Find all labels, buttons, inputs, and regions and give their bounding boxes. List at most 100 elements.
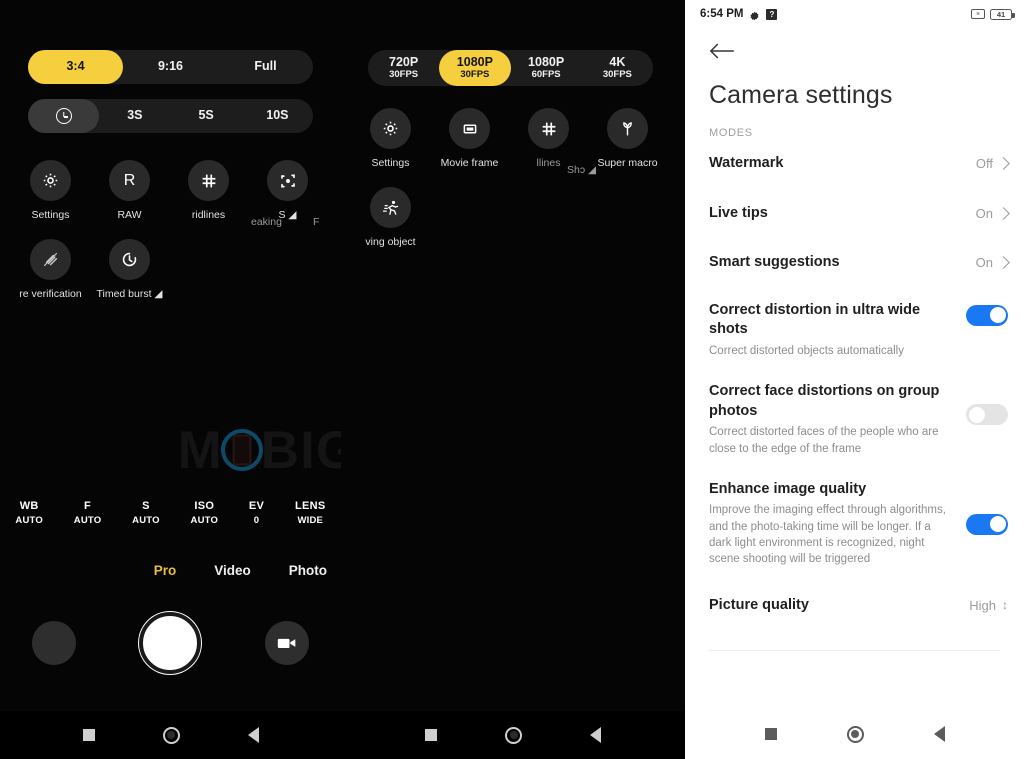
toggle-enhance-image-quality[interactable]: [966, 513, 1008, 535]
toggle-knob: [968, 406, 985, 423]
quick-setting-moving-object[interactable]: ving object: [351, 187, 430, 248]
timer-label: 10S: [266, 108, 289, 123]
movie-frame-icon: [449, 108, 490, 149]
settings-row-smart-suggestions[interactable]: Smart suggestions On: [685, 238, 1024, 288]
pro-param-wb[interactable]: WB AUTO: [15, 500, 43, 526]
quick-setting-timed-burst[interactable]: Timed burst ◢: [90, 239, 169, 300]
status-bar-clock: 6:54 PM: [700, 8, 744, 20]
timer-option-3s[interactable]: 3S: [99, 99, 170, 133]
timer-option-off[interactable]: [28, 99, 100, 133]
mode-tab-photo[interactable]: Photo: [289, 563, 327, 578]
settings-row-control[interactable]: Off: [976, 154, 1010, 171]
video-resolution-selector[interactable]: 720P 30FPS 1080P 30FPS 1080P 60FPS 4K 30…: [368, 50, 653, 86]
resolution-fps: 30FPS: [602, 69, 632, 81]
settings-row-watermark[interactable]: Watermark Off: [685, 139, 1024, 189]
settings-row-title: Live tips: [709, 204, 768, 221]
resolution-option-1080p-30[interactable]: 1080P 30FPS: [439, 50, 511, 86]
video-quick-settings-grid: Settings Movie frame llines Super macro …: [351, 108, 681, 266]
back-triangle-icon[interactable]: [933, 726, 945, 742]
gear-icon: [370, 108, 411, 149]
toggle-correct-face-distortions[interactable]: [966, 404, 1008, 426]
resolution-option-720p[interactable]: 720P 30FPS: [368, 50, 439, 86]
aspect-ratio-selector[interactable]: 3:4 9:16 Full: [28, 50, 313, 84]
settings-row-correct-distortion-ultrawide[interactable]: Correct distortion in ultra wide shots C…: [685, 288, 1024, 369]
quick-setting-settings[interactable]: Settings: [351, 108, 430, 169]
quick-setting-exposure-verification[interactable]: re verification: [11, 239, 90, 300]
raw-icon: R: [109, 160, 150, 201]
watermark-text-before: M: [177, 420, 223, 480]
settings-row-subtitle: Improve the imaging effect through algor…: [709, 504, 946, 566]
pro-param-key: WB: [19, 500, 39, 512]
moving-object-icon: [370, 187, 411, 228]
quick-setting-super-macro[interactable]: Super macro: [588, 108, 667, 169]
chevron-updown-icon: ↕: [1002, 598, 1008, 613]
toggle-knob: [989, 307, 1006, 324]
pro-param-key: ISO: [194, 500, 215, 512]
settings-row-enhance-image-quality[interactable]: Enhance image quality Improve the imagin…: [685, 467, 1024, 578]
resolution-option-4k[interactable]: 4K 30FPS: [582, 50, 653, 86]
quick-setting-gridlines[interactable]: ridlines: [169, 160, 248, 221]
aspect-ratio-option-9-16[interactable]: 9:16: [123, 50, 218, 84]
resolution-fps: 60FPS: [531, 69, 561, 81]
aspect-ratio-option-3-4[interactable]: 3:4: [28, 50, 123, 84]
mode-tab-pro[interactable]: Pro: [154, 563, 177, 578]
quick-setting-label: RAW: [117, 209, 142, 221]
chevron-right-icon: [997, 157, 1010, 170]
back-arrow-icon[interactable]: [709, 43, 735, 64]
gridlines-icon: [528, 108, 569, 149]
settings-row-subtitle: Correct distorted objects automatically: [709, 344, 904, 357]
gallery-thumbnail-button[interactable]: [31, 621, 76, 665]
settings-row-correct-face-distortions[interactable]: Correct face distortions on group photos…: [685, 369, 1024, 467]
home-circle-icon[interactable]: [505, 726, 522, 744]
pro-param-iso[interactable]: ISO AUTO: [191, 500, 219, 526]
pro-param-key: EV: [248, 500, 265, 512]
toggle-correct-distortion-ultrawide[interactable]: [966, 304, 1008, 326]
timer-label: 5S: [198, 108, 214, 123]
pro-param-key: F: [84, 500, 92, 512]
back-triangle-icon[interactable]: [247, 727, 259, 743]
back-triangle-icon[interactable]: [590, 727, 601, 743]
home-circle-icon[interactable]: [846, 725, 864, 743]
settings-row-picture-quality[interactable]: Picture quality High ↕: [685, 578, 1024, 631]
mode-tab-video[interactable]: Video: [214, 563, 251, 578]
chevron-right-icon: [997, 256, 1010, 269]
chevron-right-icon: [997, 206, 1010, 220]
quick-setting-settings[interactable]: Settings: [11, 160, 90, 221]
pro-param-ev[interactable]: EV 0: [249, 500, 264, 526]
recents-square-icon[interactable]: [82, 729, 95, 741]
pro-param-value: AUTO: [15, 515, 43, 526]
pro-param-lens[interactable]: LENS WIDE: [295, 500, 326, 526]
quick-setting-gridlines[interactable]: llines: [509, 108, 588, 169]
settings-row-control[interactable]: High ↕: [969, 596, 1008, 613]
settings-row-control[interactable]: On: [976, 204, 1010, 221]
shutter-button[interactable]: [139, 612, 202, 674]
timer-option-5s[interactable]: 5S: [171, 99, 242, 133]
settings-row-subtitle: Correct distorted faces of the people wh…: [709, 426, 939, 455]
settings-row-text: Live tips: [709, 204, 976, 224]
quick-setting-movie-frame[interactable]: Movie frame: [430, 108, 509, 169]
quick-setting-label: Timed burst ◢: [96, 288, 163, 300]
camera-pro-panel: M BIGYAAN 3:4 9:16 Full 3S 5S: [0, 0, 341, 759]
watermark-ring-icon: [220, 429, 263, 471]
aspect-ratio-label: 3:4: [66, 59, 85, 74]
home-circle-icon[interactable]: [162, 726, 180, 744]
settings-row-control[interactable]: On: [976, 253, 1010, 270]
aspect-ratio-option-full[interactable]: Full: [218, 50, 313, 84]
recents-square-icon[interactable]: [425, 729, 437, 741]
settings-row-live-tips[interactable]: Live tips On: [685, 189, 1024, 239]
quick-setting-raw[interactable]: R RAW: [90, 160, 169, 221]
quick-setting-focus-peaking[interactable]: S ◢: [248, 160, 327, 221]
mute-icon: ×: [971, 9, 985, 19]
timer-selector[interactable]: 3S 5S 10S: [28, 99, 313, 133]
resolution-option-1080p-60[interactable]: 1080P 60FPS: [511, 50, 582, 86]
pro-param-f[interactable]: F AUTO: [74, 500, 102, 526]
recents-square-icon[interactable]: [764, 728, 777, 740]
back-button-row: [685, 28, 1024, 65]
settings-row-title: Correct distortion in ultra wide shots: [709, 301, 921, 338]
resolution-label: 720P: [389, 54, 419, 69]
pro-param-s[interactable]: S AUTO: [132, 500, 160, 526]
aspect-ratio-label: 9:16: [157, 59, 184, 74]
timer-option-10s[interactable]: 10S: [242, 99, 313, 133]
switch-to-video-button[interactable]: [265, 621, 310, 665]
quick-setting-label: llines: [536, 157, 561, 169]
